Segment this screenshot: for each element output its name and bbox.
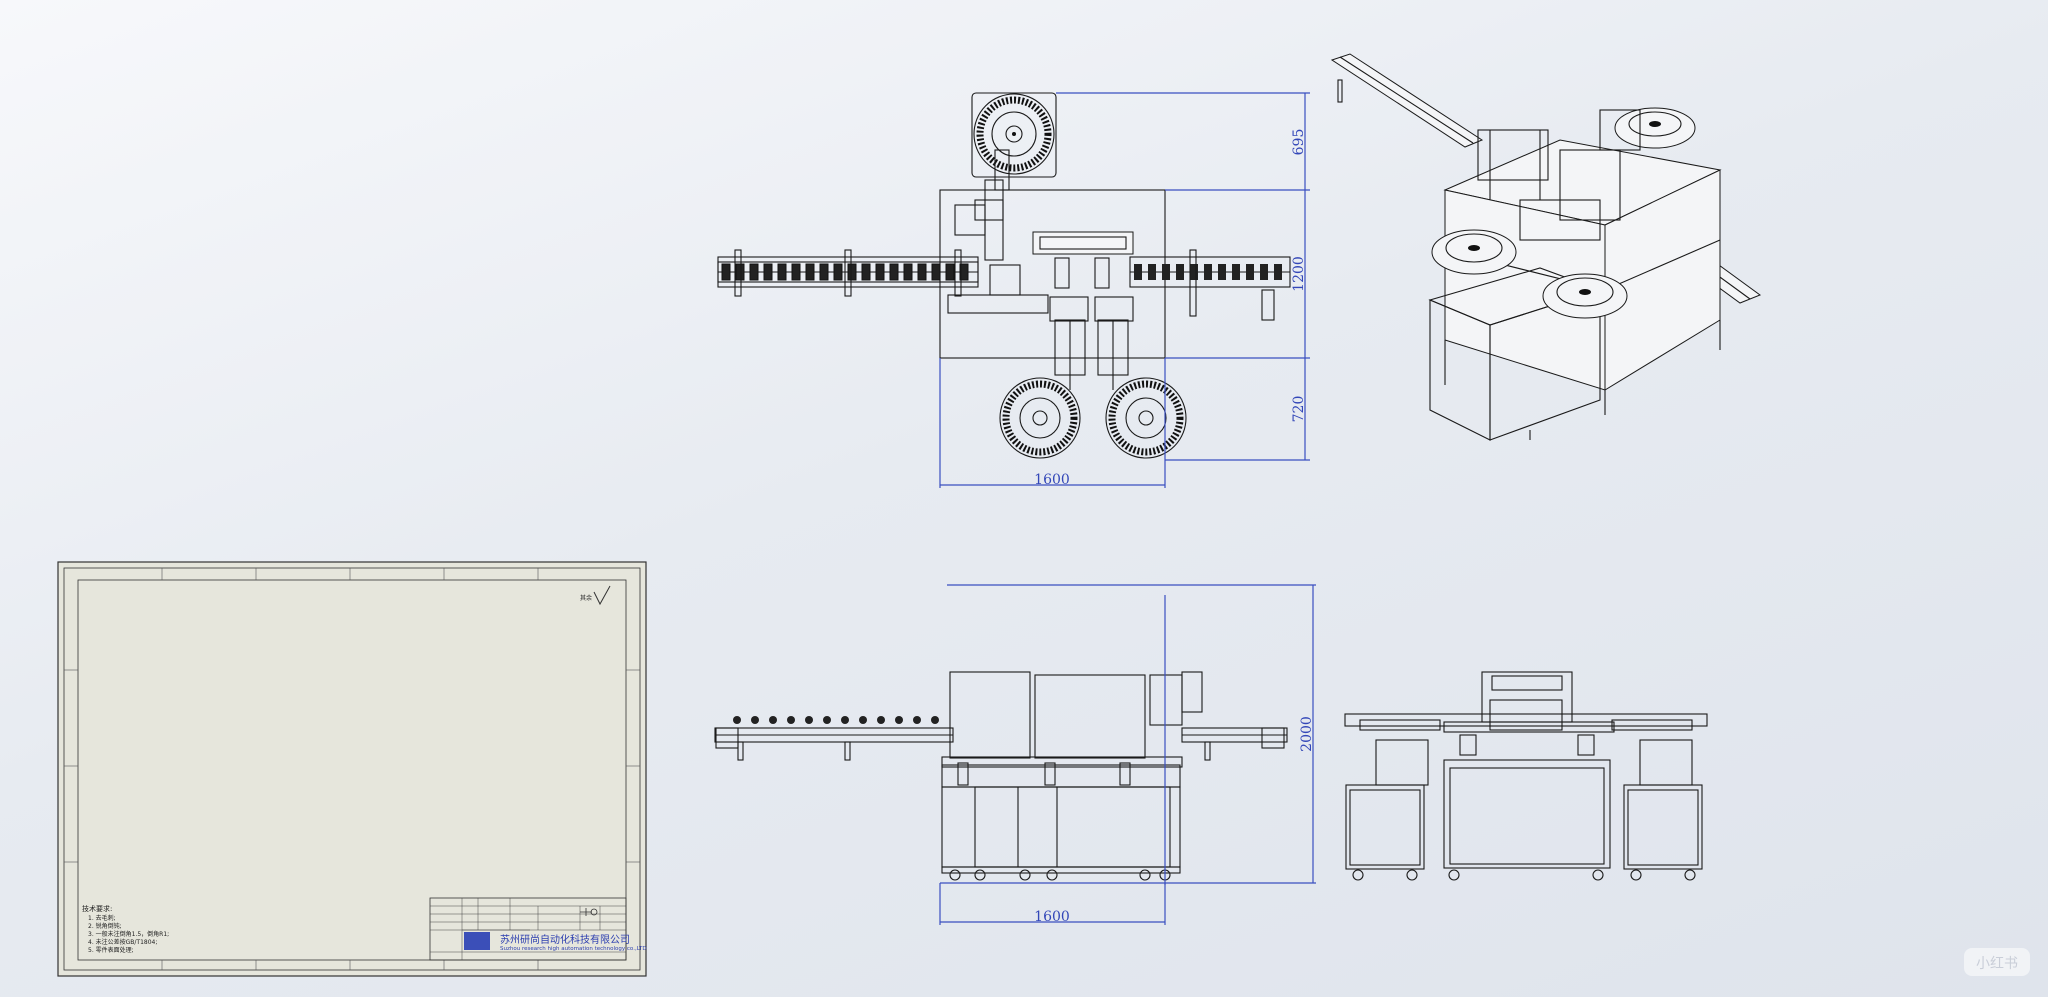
top-center-stations [947,231,1134,390]
surface-mark-label: 其余 [580,594,592,602]
side-view [1344,671,1708,881]
front-view-dimensions: 2000 1600 [939,584,1316,925]
top-vertical-track [954,179,1004,261]
top-conveyor-left [717,249,979,297]
tech-req-line: 4. 未注公差按GB/T1804; [88,938,157,946]
front-conveyor-left [714,716,954,761]
cad-viewport[interactable]: 695 1200 720 1600 2000 1600 其余 技术要求: 1. … [0,0,2048,997]
company-name-cn: 苏州研尚自动化科技有限公司 [500,933,630,946]
tech-req-line: 3. 一般未注倒角1.5，倒角R1; [88,930,169,938]
tech-req-heading: 技术要求: [82,904,112,913]
front-view: 2000 1600 [714,584,1316,925]
dim-1200: 1200 [1291,256,1307,292]
bottom-feeder-bowls [999,377,1187,459]
front-conveyor-right [1181,727,1288,761]
dim-695: 695 [1291,129,1307,156]
top-main-frame [939,189,1166,359]
company-logo [464,932,490,950]
front-tables [941,764,1181,881]
dim-2000: 2000 [1299,716,1315,752]
top-feeder-bowl [971,92,1057,191]
isometric-view [1330,53,1762,441]
watermark: 小红书 [1964,948,2030,976]
tech-req-line: 5. 零件表面处理; [88,946,134,954]
dim-top-1600: 1600 [1034,472,1070,488]
tech-req-line: 2. 锐角倒钝; [88,922,122,930]
dim-720: 720 [1291,396,1307,423]
company-name-en: Suzhou research high automation technolo… [500,946,647,952]
watermark-text: 小红书 [1976,956,2018,972]
drawing-sheet[interactable]: 其余 技术要求: 1. 去毛刺; 2. 锐角倒钝; 3. 一般未注倒角1.5，倒… [57,561,647,977]
front-machine-body [941,671,1203,786]
top-view: 695 1200 720 1600 [717,92,1310,488]
top-conveyor-right [1129,249,1291,321]
dim-front-1600: 1600 [1034,909,1070,925]
tech-req-line: 1. 去毛刺; [88,914,116,922]
